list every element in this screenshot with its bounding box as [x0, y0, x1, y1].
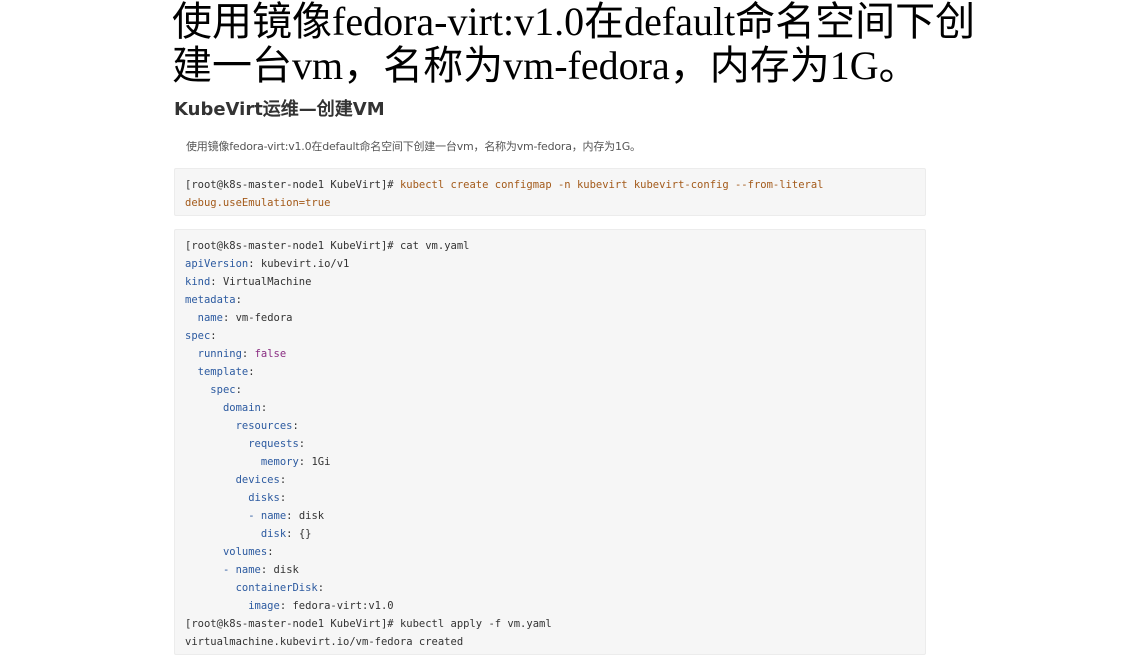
yaml-key: requests — [248, 438, 299, 450]
yaml-key: spec — [210, 384, 236, 396]
yaml-line: metadata: — [185, 294, 242, 306]
yaml-line: memory: 1Gi — [260, 456, 331, 468]
shell-command: kubectl apply -f vm.yaml — [393, 618, 552, 630]
yaml-value: vm-fedora — [235, 312, 293, 324]
yaml-key: name — [260, 510, 287, 522]
yaml-value: {} — [298, 528, 312, 540]
headline-line-1: 使用镜像fedora-virt:v1.0在default命名空间下创 — [172, 0, 976, 44]
yaml-key: domain — [222, 402, 261, 414]
yaml-line: volumes: — [222, 546, 274, 558]
shell-command: cat vm.yaml — [393, 240, 470, 252]
section-title: KubeVirt运维—创建VM — [174, 99, 385, 120]
headline-line-2: 建一台vm，名称为vm-fedora，内存为1G。 — [172, 43, 919, 88]
code-block-vm-yaml[interactable]: [root@k8s-master-node1 KubeVirt]# cat vm… — [174, 229, 926, 655]
shell-command: kubectl create configmap -n kubevirt kub… — [393, 179, 824, 191]
yaml-value: false — [254, 348, 287, 360]
yaml-key: disks — [248, 492, 280, 504]
yaml-key: memory — [260, 456, 299, 468]
shell-prompt: [root@k8s-master-node1 KubeVirt]# — [185, 240, 394, 252]
yaml-line: domain: — [222, 402, 268, 414]
code-line: [root@k8s-master-node1 KubeVirt]# cat vm… — [185, 237, 915, 255]
yaml-line: disk: {} — [260, 528, 312, 540]
yaml-key: apiVersion — [185, 258, 249, 270]
yaml-line: spec: — [185, 330, 217, 342]
yaml-line: kind: VirtualMachine — [185, 276, 312, 288]
yaml-value: fedora-virt:v1.0 — [292, 600, 394, 612]
yaml-key: resources — [235, 420, 293, 432]
code-block-configmap[interactable]: [root@k8s-master-node1 KubeVirt]# kubect… — [174, 168, 926, 216]
yaml-line: resources: — [235, 420, 299, 432]
yaml-key: running — [197, 348, 242, 360]
yaml-key: spec — [185, 330, 211, 342]
code-line: [root@k8s-master-node1 KubeVirt]# kubect… — [185, 176, 915, 194]
yaml-line: name: vm-fedora — [197, 312, 293, 324]
yaml-key: metadata — [185, 294, 236, 306]
yaml-value: disk — [298, 510, 325, 522]
yaml-value: disk — [273, 564, 299, 576]
yaml-key: image — [248, 600, 280, 612]
shell-prompt: [root@k8s-master-node1 KubeVirt]# — [185, 179, 394, 191]
yaml-key: devices — [235, 474, 280, 486]
yaml-value: kubevirt.io/v1 — [260, 258, 350, 270]
yaml-line: disks: — [248, 492, 287, 504]
yaml-line: devices: — [235, 474, 287, 486]
shell-prompt: [root@k8s-master-node1 KubeVirt]# — [185, 618, 394, 630]
yaml-line: apiVersion: kubevirt.io/v1 — [185, 258, 350, 270]
yaml-line: template: — [197, 366, 255, 378]
yaml-line: running: false — [197, 348, 287, 360]
yaml-key: disk — [260, 528, 287, 540]
yaml-line: - name: disk — [222, 564, 299, 576]
yaml-line: containerDisk: — [235, 582, 325, 594]
yaml-key: kind — [185, 276, 211, 288]
yaml-value: VirtualMachine — [222, 276, 312, 288]
yaml-line: requests: — [248, 438, 306, 450]
yaml-key: volumes — [222, 546, 268, 558]
yaml-line: image: fedora-virt:v1.0 — [248, 600, 394, 612]
yaml-key: containerDisk — [235, 582, 318, 594]
yaml-key: template — [197, 366, 249, 378]
command-output: virtualmachine.kubevirt.io/vm-fedora cre… — [185, 636, 464, 648]
code-line: debug.useEmulation=true — [185, 194, 915, 212]
shell-command-continued: debug.useEmulation=true — [185, 197, 331, 209]
page-headline: 使用镜像fedora-virt:v1.0在default命名空间下创 建一台vm… — [172, 0, 1072, 88]
yaml-value: 1Gi — [311, 456, 331, 468]
yaml-key: name — [197, 312, 223, 324]
task-description: 使用镜像fedora-virt:v1.0在default命名空间下创建一台vm，… — [186, 140, 641, 153]
yaml-line: - name: disk — [248, 510, 325, 522]
code-line: [root@k8s-master-node1 KubeVirt]# kubect… — [185, 615, 915, 633]
yaml-key: name — [235, 564, 261, 576]
yaml-line: spec: — [210, 384, 242, 396]
